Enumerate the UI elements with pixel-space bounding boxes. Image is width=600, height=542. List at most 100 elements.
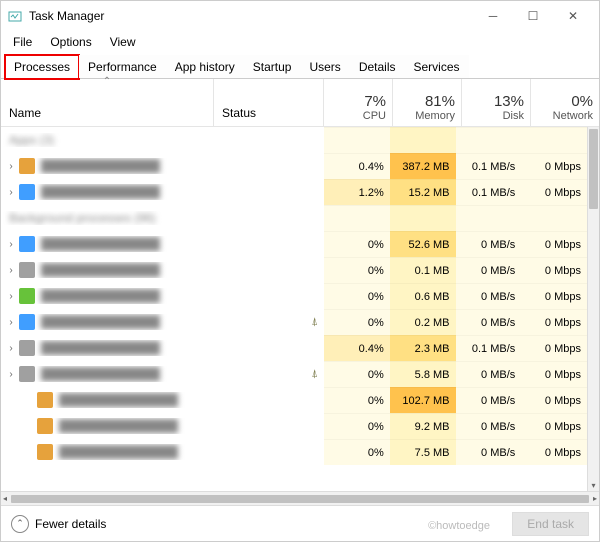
process-row[interactable]: ›██████████████⍋0%5.8 MB0 MB/s0 Mbps — [1, 361, 587, 387]
process-row[interactable]: ›██████████████⍋0%0.2 MB0 MB/s0 Mbps — [1, 309, 587, 335]
disk-cell: 0.1 MB/s — [456, 153, 522, 179]
titlebar[interactable]: Task Manager ─ ☐ ✕ — [1, 1, 599, 31]
expand-icon[interactable]: › — [5, 317, 17, 328]
vertical-scrollbar[interactable]: ▴ ▾ — [587, 127, 599, 491]
process-name: ██████████████ — [59, 419, 178, 433]
group-name: Apps (3) — [5, 133, 54, 147]
memory-pct: 81% — [425, 93, 455, 110]
sort-indicator-icon: ⌃ — [103, 76, 111, 87]
menu-view[interactable]: View — [102, 33, 144, 51]
expand-icon[interactable]: › — [5, 291, 17, 302]
net-cell — [521, 127, 587, 153]
disk-cell — [456, 205, 522, 231]
close-button[interactable]: ✕ — [553, 1, 593, 31]
efficiency-icon: ⍋ — [311, 368, 318, 381]
net-cell: 0 Mbps — [521, 335, 587, 361]
status-cell: ⍋ — [214, 368, 324, 381]
disk-cell — [456, 127, 522, 153]
tab-bar: Processes Performance App history Startu… — [1, 53, 599, 79]
memory-label: Memory — [415, 110, 455, 122]
process-name: ██████████████ — [41, 237, 160, 251]
process-name: ██████████████ — [41, 263, 160, 277]
col-cpu[interactable]: 7% CPU — [324, 79, 393, 126]
col-disk[interactable]: 13% Disk — [462, 79, 531, 126]
cpu-cell — [324, 127, 390, 153]
expand-icon[interactable]: › — [5, 369, 17, 380]
col-memory[interactable]: 81% Memory — [393, 79, 462, 126]
process-name: ██████████████ — [59, 445, 178, 459]
expand-icon[interactable]: › — [5, 265, 17, 276]
network-pct: 0% — [571, 93, 593, 110]
mem-cell: 2.3 MB — [390, 335, 456, 361]
mem-cell: 102.7 MB — [390, 387, 456, 413]
tab-processes[interactable]: Processes — [5, 55, 79, 79]
tab-details[interactable]: Details — [350, 55, 405, 78]
col-name[interactable]: ⌃ Name — [1, 79, 214, 126]
end-task-button[interactable]: End task — [512, 512, 589, 536]
fewer-details-button[interactable]: ⌃ Fewer details — [11, 515, 106, 533]
process-icon — [19, 366, 35, 382]
net-cell: 0 Mbps — [521, 257, 587, 283]
mem-cell: 5.8 MB — [390, 361, 456, 387]
tab-users[interactable]: Users — [300, 55, 349, 78]
tab-startup[interactable]: Startup — [244, 55, 301, 78]
horizontal-scrollbar[interactable]: ◂ ▸ — [1, 491, 599, 505]
mem-cell: 9.2 MB — [390, 413, 456, 439]
scroll-right-icon[interactable]: ▸ — [593, 494, 597, 503]
process-row[interactable]: ██████████████0%9.2 MB0 MB/s0 Mbps — [1, 413, 587, 439]
tab-performance[interactable]: Performance — [79, 55, 166, 78]
process-row[interactable]: ██████████████0%102.7 MB0 MB/s0 Mbps — [1, 387, 587, 413]
process-row[interactable]: ›██████████████0%0.6 MB0 MB/s0 Mbps — [1, 283, 587, 309]
network-label: Network — [553, 110, 593, 122]
process-icon — [19, 236, 35, 252]
fewer-details-label: Fewer details — [35, 517, 106, 531]
process-row[interactable]: ██████████████0%7.5 MB0 MB/s0 Mbps — [1, 439, 587, 465]
cpu-cell: 0% — [324, 361, 390, 387]
net-cell: 0 Mbps — [521, 387, 587, 413]
expand-icon[interactable]: › — [5, 187, 17, 198]
col-status[interactable]: Status — [214, 79, 324, 126]
scroll-thumb[interactable] — [589, 129, 598, 209]
process-group-header[interactable]: Apps (3) — [1, 127, 587, 153]
process-row[interactable]: ›██████████████0.4%387.2 MB0.1 MB/s0 Mbp… — [1, 153, 587, 179]
tab-apphistory[interactable]: App history — [166, 55, 244, 78]
process-row[interactable]: ›██████████████0%0.1 MB0 MB/s0 Mbps — [1, 257, 587, 283]
scroll-down-icon[interactable]: ▾ — [588, 479, 599, 491]
process-name: ██████████████ — [41, 159, 160, 173]
process-row[interactable]: ›██████████████0%52.6 MB0 MB/s0 Mbps — [1, 231, 587, 257]
cpu-cell: 1.2% — [324, 179, 390, 205]
process-row[interactable]: ›██████████████0.4%2.3 MB0.1 MB/s0 Mbps — [1, 335, 587, 361]
col-status-label: Status — [222, 106, 256, 120]
disk-cell: 0 MB/s — [456, 361, 522, 387]
cpu-cell: 0% — [324, 309, 390, 335]
process-icon — [19, 314, 35, 330]
menu-file[interactable]: File — [5, 33, 40, 51]
cpu-pct: 7% — [364, 93, 386, 110]
cpu-cell: 0% — [324, 387, 390, 413]
net-cell: 0 Mbps — [521, 179, 587, 205]
process-name: ██████████████ — [59, 393, 178, 407]
scroll-left-icon[interactable]: ◂ — [3, 494, 7, 503]
expand-icon[interactable]: › — [5, 239, 17, 250]
process-row[interactable]: ›██████████████1.2%15.2 MB0.1 MB/s0 Mbps — [1, 179, 587, 205]
disk-cell: 0 MB/s — [456, 257, 522, 283]
cpu-cell: 0% — [324, 257, 390, 283]
menu-options[interactable]: Options — [42, 33, 99, 51]
cpu-label: CPU — [363, 110, 386, 122]
hscroll-thumb[interactable] — [11, 495, 589, 503]
process-icon — [19, 262, 35, 278]
minimize-button[interactable]: ─ — [473, 1, 513, 31]
process-icon — [19, 288, 35, 304]
maximize-button[interactable]: ☐ — [513, 1, 553, 31]
process-icon — [19, 340, 35, 356]
disk-cell: 0.1 MB/s — [456, 179, 522, 205]
process-group-header[interactable]: Background processes (96) — [1, 205, 587, 231]
expand-icon[interactable]: › — [5, 161, 17, 172]
col-network[interactable]: 0% Network — [531, 79, 599, 126]
window-title: Task Manager — [29, 9, 473, 23]
expand-icon[interactable]: › — [5, 343, 17, 354]
tab-services[interactable]: Services — [405, 55, 469, 78]
process-icon — [37, 392, 53, 408]
task-manager-window: Task Manager ─ ☐ ✕ File Options View Pro… — [0, 0, 600, 542]
mem-cell: 387.2 MB — [390, 153, 456, 179]
